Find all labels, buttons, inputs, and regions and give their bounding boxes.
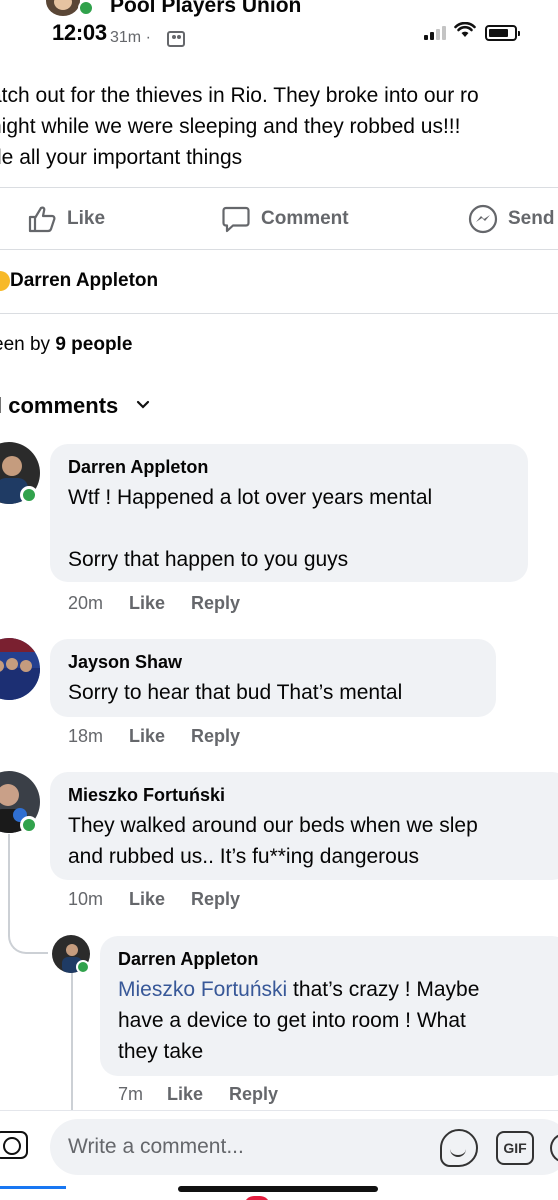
comment-icon bbox=[221, 204, 251, 234]
online-indicator bbox=[20, 486, 38, 504]
comment-line: Wtf ! Happened a lot over years mental bbox=[68, 486, 433, 509]
comment-like-button[interactable]: Like bbox=[129, 726, 165, 747]
sticker-icon[interactable] bbox=[440, 1129, 478, 1167]
comment-author[interactable]: Darren Appleton bbox=[68, 456, 510, 478]
online-indicator bbox=[20, 816, 38, 834]
reply-like-button[interactable]: Like bbox=[167, 1084, 203, 1105]
reply-time: 7m bbox=[118, 1084, 144, 1104]
comment-time: 18m bbox=[68, 726, 104, 746]
thread-connector bbox=[8, 932, 48, 954]
comment-meta: 20m Like Reply bbox=[68, 593, 240, 614]
comment-like-button[interactable]: Like bbox=[129, 593, 165, 614]
avatar[interactable] bbox=[0, 638, 40, 700]
post-timestamp[interactable]: 31m · bbox=[110, 29, 151, 47]
comment-text: Wtf ! Happened a lot over years mental S… bbox=[68, 482, 510, 575]
reply-line-rest: that’s crazy ! Maybe bbox=[287, 978, 480, 1001]
tab-indicator bbox=[0, 1186, 66, 1189]
reply-bubble[interactable]: Darren Appleton Mieszko Fortuński that’s… bbox=[100, 936, 558, 1076]
chevron-down-icon bbox=[136, 397, 150, 415]
battery-icon bbox=[485, 25, 520, 41]
post-line: de all your important things bbox=[0, 146, 243, 169]
comment-input[interactable] bbox=[50, 1119, 558, 1175]
reply-text: Mieszko Fortuński that’s crazy ! Maybe h… bbox=[118, 974, 552, 1067]
reaction-emoji-icon bbox=[0, 271, 10, 291]
comments-filter-dropdown[interactable]: l comments bbox=[0, 393, 150, 419]
thread-line bbox=[8, 834, 10, 934]
status-time: 12:03 bbox=[52, 20, 107, 45]
gif-icon[interactable]: GIF bbox=[496, 1131, 534, 1165]
send-button[interactable]: Send bbox=[468, 204, 554, 234]
comment-button[interactable]: Comment bbox=[221, 204, 349, 234]
status-bar: Pool Players Union 12:03 31m · bbox=[0, 0, 558, 60]
camera-icon[interactable] bbox=[0, 1131, 28, 1159]
reply-meta: 7m Like Reply bbox=[118, 1084, 278, 1105]
comments-filter-label: l comments bbox=[0, 393, 119, 418]
comment-meta: 10m Like Reply bbox=[68, 889, 240, 910]
comment-line: They walked around our beds when we slep bbox=[68, 814, 478, 837]
home-indicator[interactable] bbox=[178, 1186, 378, 1192]
group-avatar[interactable] bbox=[46, 0, 80, 16]
post-actions: Like Comment Send bbox=[0, 190, 558, 250]
thread-line bbox=[71, 972, 73, 1110]
comment-author[interactable]: Jayson Shaw bbox=[68, 651, 478, 673]
wifi-icon bbox=[454, 21, 476, 40]
online-indicator bbox=[76, 960, 90, 974]
signal-icon bbox=[424, 26, 448, 40]
online-indicator bbox=[78, 0, 94, 16]
seen-by-prefix: een by bbox=[0, 334, 51, 355]
comment-line: and rubbed us.. It’s fu**ing dangerous bbox=[68, 845, 420, 868]
comment-text: Sorry to hear that bud That’s mental bbox=[68, 677, 478, 708]
send-label: Send bbox=[508, 208, 555, 229]
mention-link[interactable]: Mieszko Fortuński bbox=[118, 978, 287, 1001]
divider bbox=[0, 187, 558, 188]
like-label: Like bbox=[67, 208, 106, 229]
post-line: night while we were sleeping and they ro… bbox=[0, 115, 461, 138]
seen-by[interactable]: een by 9 people bbox=[0, 334, 132, 356]
comment-bubble[interactable]: Mieszko Fortuński They walked around our… bbox=[50, 772, 558, 880]
comment-author[interactable]: Mieszko Fortuński bbox=[68, 784, 552, 806]
audience-icon bbox=[167, 31, 185, 47]
comment-time: 20m bbox=[68, 593, 104, 613]
comment-bubble[interactable]: Jayson Shaw Sorry to hear that bud That’… bbox=[50, 639, 496, 717]
like-icon bbox=[27, 204, 57, 234]
post-line: atch out for the thieves in Rio. They br… bbox=[0, 84, 479, 107]
seen-by-count: 9 people bbox=[55, 334, 133, 355]
reactor-name: Darren Appleton bbox=[10, 270, 159, 291]
comment-reply-button[interactable]: Reply bbox=[191, 889, 240, 910]
comment-label: Comment bbox=[261, 208, 349, 229]
reply-line: they take bbox=[118, 1040, 204, 1063]
comment-reply-button[interactable]: Reply bbox=[191, 726, 240, 747]
post-body: atch out for the thieves in Rio. They br… bbox=[0, 80, 558, 173]
comment-line: Sorry to hear that bud That’s mental bbox=[68, 681, 403, 704]
comment-meta: 18m Like Reply bbox=[68, 726, 240, 747]
reply-line: Mieszko Fortuński that’s crazy ! Maybe bbox=[118, 974, 552, 1005]
comment-time: 10m bbox=[68, 889, 104, 909]
comment-reply-button[interactable]: Reply bbox=[191, 593, 240, 614]
comment-text: They walked around our beds when we slep… bbox=[68, 810, 552, 872]
reaction-summary[interactable]: Darren Appleton bbox=[0, 270, 158, 292]
comment-line: Sorry that happen to you guys bbox=[68, 548, 349, 571]
comment-bubble[interactable]: Darren Appleton Wtf ! Happened a lot ove… bbox=[50, 444, 528, 582]
comment-blank-line bbox=[68, 513, 510, 544]
comment-like-button[interactable]: Like bbox=[129, 889, 165, 910]
reply-author[interactable]: Darren Appleton bbox=[118, 948, 552, 970]
divider bbox=[0, 249, 558, 250]
group-name[interactable]: Pool Players Union bbox=[110, 0, 301, 18]
like-button[interactable]: Like bbox=[27, 204, 105, 234]
messenger-icon bbox=[468, 204, 498, 234]
reply-line: have a device to get into room ! What bbox=[118, 1009, 466, 1032]
divider bbox=[0, 313, 558, 314]
reply-reply-button[interactable]: Reply bbox=[229, 1084, 278, 1105]
